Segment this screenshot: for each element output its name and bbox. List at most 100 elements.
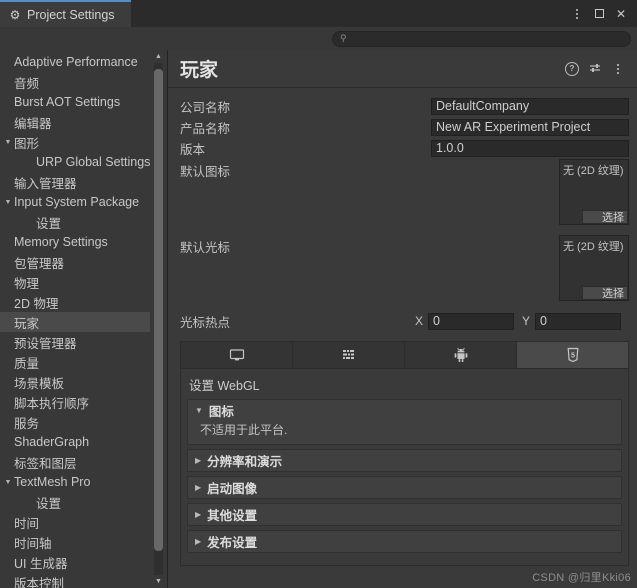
sidebar-item-0[interactable]: Adaptive Performance <box>0 52 150 72</box>
sidebar-item-label: Adaptive Performance <box>14 55 138 69</box>
sidebar-item-label: Memory Settings <box>14 235 108 249</box>
property-input[interactable]: 1.0.0 <box>431 139 629 157</box>
sidebar-item-label: UI 生成器 <box>14 556 68 571</box>
main-scrollbar[interactable] <box>632 88 637 588</box>
tab-android[interactable] <box>405 342 517 368</box>
sidebar-item-25[interactable]: UI 生成器 <box>0 552 150 572</box>
sidebar-item-14[interactable]: 预设管理器 <box>0 332 150 352</box>
sidebar-item-6[interactable]: 输入管理器 <box>0 172 150 192</box>
sidebar-item-label: URP Global Settings <box>36 155 150 169</box>
tab-webgl[interactable]: 5 <box>517 342 628 368</box>
sidebar-item-4[interactable]: ▼ 图形 <box>0 132 150 152</box>
sidebar-item-17[interactable]: 脚本执行顺序 <box>0 392 150 412</box>
sidebar-item-10[interactable]: 包管理器 <box>0 252 150 272</box>
sidebar-item-24[interactable]: 时间轴 <box>0 532 150 552</box>
sidebar-scroll-thumb[interactable] <box>154 69 163 551</box>
sidebar-item-1[interactable]: 音频 <box>0 72 150 92</box>
hotspot-y-axis-label: Y <box>521 314 530 328</box>
texture-rows: 默认图标无 (2D 纹理) 选择 默认光标无 (2D 纹理) 选择 <box>180 159 629 303</box>
close-icon[interactable]: ✕ <box>611 3 631 25</box>
sidebar-item-22[interactable]: 设置 <box>0 492 150 512</box>
texture-field-label: 默认光标 <box>180 241 231 255</box>
help-icon[interactable]: ? <box>565 61 579 76</box>
sidebar-item-20[interactable]: 标签和图层 <box>0 452 150 472</box>
chevron-down-icon[interactable]: ▼ <box>2 199 14 206</box>
sidebar-item-12[interactable]: 2D 物理 <box>0 292 150 312</box>
chevron-down-icon[interactable]: ▼ <box>195 406 203 415</box>
sidebar-item-8[interactable]: 设置 <box>0 212 150 232</box>
tab-project-settings-label: Project Settings <box>27 7 115 22</box>
texture-object-field[interactable]: 无 (2D 纹理) 选择 <box>559 159 629 225</box>
settings-main-panel: 玩家 ? 公司名称 DefaultCompany 产品名称 New AR Exp… <box>168 50 637 588</box>
section-header[interactable]: ▶ 分辨率和演示 <box>188 450 621 471</box>
sidebar-item-26[interactable]: 版本控制 <box>0 572 150 588</box>
chevron-right-icon[interactable]: ▶ <box>195 510 201 519</box>
tab-standalone[interactable] <box>181 342 293 368</box>
search-row: ⚲ <box>0 27 637 50</box>
title-bar: ⚙ Project Settings ✕ <box>0 0 637 27</box>
platform-settings-panel: 5 设置 WebGL ▼ 图标 不适用于此平台. ▶ 分辨率和演示 ▶ 启动图像 ▶ 其他设置 ▶… <box>180 341 629 566</box>
section-header[interactable]: ▶ 发布设置 <box>188 531 621 552</box>
chevron-right-icon[interactable]: ▶ <box>195 483 201 492</box>
cursor-hotspot-row: 光标热点 X 0 Y 0 <box>180 311 629 331</box>
panel-kebab-menu-icon[interactable] <box>611 62 625 76</box>
select-button[interactable]: 选择 <box>582 210 628 224</box>
scroll-up-icon[interactable]: ▲ <box>151 50 166 63</box>
panel-kebab-dots <box>617 63 619 74</box>
properties-section: 公司名称 DefaultCompany 产品名称 New AR Experiment … <box>168 88 637 331</box>
settings-section: ▶ 其他设置 <box>187 503 622 526</box>
tab-uwp[interactable] <box>293 342 405 368</box>
texture-field-value: 无 (2D 纹理) <box>563 165 624 177</box>
uwp-icon <box>341 347 357 363</box>
chevron-down-icon[interactable]: ▼ <box>2 479 14 486</box>
sidebar-item-19[interactable]: ShaderGraph <box>0 432 150 452</box>
preset-icon[interactable] <box>588 62 602 76</box>
sidebar-item-label: 场景模板 <box>14 376 65 391</box>
sidebar-item-7[interactable]: ▼ Input System Package <box>0 192 150 212</box>
settings-sidebar: Adaptive Performance 音频 Burst AOT Settings… <box>0 50 168 588</box>
sidebar-item-13[interactable]: 玩家 <box>0 312 150 332</box>
sidebar-item-3[interactable]: 编辑器 <box>0 112 150 132</box>
sidebar-scrollbar[interactable]: ▲ ▼ <box>151 50 166 588</box>
sidebar-scroll-track[interactable] <box>154 63 163 575</box>
sidebar-item-5[interactable]: URP Global Settings <box>0 152 150 172</box>
sidebar-item-label: 服务 <box>14 416 40 431</box>
section-header[interactable]: ▼ 图标 <box>188 400 621 421</box>
kebab-menu-icon[interactable] <box>567 3 587 25</box>
maximize-icon[interactable] <box>589 3 609 25</box>
sidebar-item-label: 编辑器 <box>14 116 52 131</box>
sidebar-item-21[interactable]: ▼ TextMesh Pro <box>0 472 150 492</box>
property-row: 产品名称 New AR Experiment Project <box>180 117 629 137</box>
project-settings-window: ⚙ Project Settings ✕ ⚲ Adaptive Performa… <box>0 0 637 588</box>
sidebar-item-label: 时间轴 <box>14 536 52 551</box>
sidebar-item-label: 质量 <box>14 356 40 371</box>
sidebar-item-9[interactable]: Memory Settings <box>0 232 150 252</box>
sidebar-item-label: 脚本执行顺序 <box>14 396 90 411</box>
chevron-down-icon[interactable]: ▼ <box>2 139 14 146</box>
chevron-right-icon[interactable]: ▶ <box>195 537 201 546</box>
hotspot-x-input[interactable]: 0 <box>427 312 514 330</box>
select-button[interactable]: 选择 <box>582 286 628 300</box>
property-label: 产品名称 <box>180 121 231 136</box>
html5-icon: 5 <box>565 347 581 363</box>
section-header[interactable]: ▶ 启动图像 <box>188 477 621 498</box>
chevron-right-icon[interactable]: ▶ <box>195 456 201 465</box>
sidebar-item-18[interactable]: 服务 <box>0 412 150 432</box>
tab-project-settings[interactable]: ⚙ Project Settings <box>0 0 131 27</box>
sidebar-item-16[interactable]: 场景模板 <box>0 372 150 392</box>
sidebar-item-2[interactable]: Burst AOT Settings <box>0 92 150 112</box>
sidebar-item-23[interactable]: 时间 <box>0 512 150 532</box>
sidebar-item-11[interactable]: 物理 <box>0 272 150 292</box>
search-input[interactable]: ⚲ <box>332 30 631 47</box>
hotspot-y-input[interactable]: 0 <box>535 312 621 330</box>
texture-object-field[interactable]: 无 (2D 纹理) 选择 <box>559 235 629 301</box>
property-rows: 公司名称 DefaultCompany 产品名称 New AR Experiment … <box>180 96 629 158</box>
property-input[interactable]: DefaultCompany <box>431 97 629 115</box>
scroll-down-icon[interactable]: ▼ <box>151 575 166 588</box>
body-split: Adaptive Performance 音频 Burst AOT Settings… <box>0 50 637 588</box>
property-input[interactable]: New AR Experiment Project <box>431 118 629 136</box>
section-header[interactable]: ▶ 其他设置 <box>188 504 621 525</box>
window-controls: ✕ <box>567 0 637 27</box>
sidebar-item-15[interactable]: 质量 <box>0 352 150 372</box>
settings-section: ▶ 发布设置 <box>187 530 622 553</box>
